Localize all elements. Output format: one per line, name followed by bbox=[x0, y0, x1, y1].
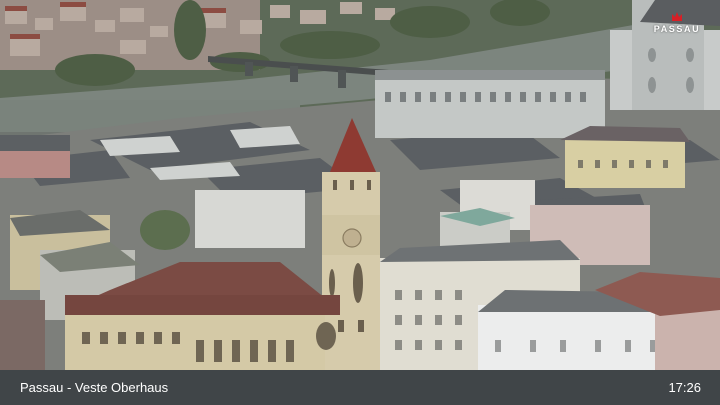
left-red-roof bbox=[0, 135, 70, 151]
crown-icon bbox=[672, 12, 682, 21]
townhall-clock bbox=[342, 228, 362, 248]
residenz-roof bbox=[375, 70, 605, 80]
city-view-image bbox=[0, 0, 720, 405]
tree-left bbox=[140, 210, 190, 250]
passau-logo: PASSAU bbox=[648, 11, 706, 34]
passau-logo-text: PASSAU bbox=[653, 24, 701, 34]
residenz-building bbox=[375, 78, 605, 138]
townhall-roof-lower bbox=[65, 295, 340, 315]
left-bottom-block bbox=[0, 300, 45, 370]
caption-bar: Passau - Veste Oberhaus 17:26 bbox=[0, 370, 720, 405]
white-building-mid bbox=[195, 190, 305, 248]
left-red-building bbox=[0, 150, 70, 178]
timestamp: 17:26 bbox=[668, 380, 701, 395]
location-title: Passau - Veste Oberhaus bbox=[20, 380, 169, 395]
white-building-bottom bbox=[478, 305, 668, 370]
webcam-frame: PASSAU Passau - Veste Oberhaus 17:26 bbox=[0, 0, 720, 405]
